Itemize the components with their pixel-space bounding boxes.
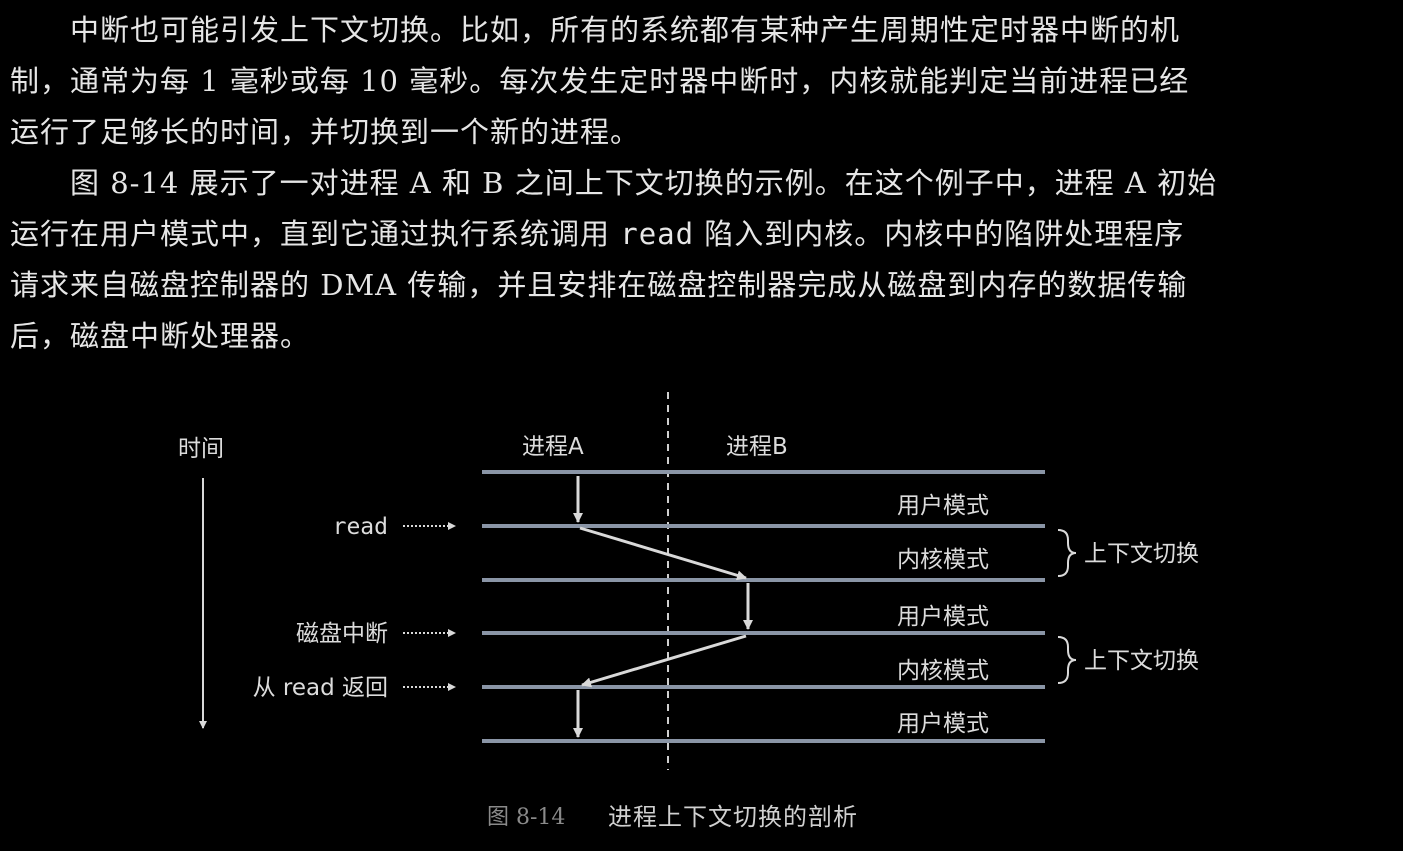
paragraph-2-line-2b: 陷入到内核。内核中的陷阱处理程序: [694, 217, 1185, 251]
paragraph-1: 中断也可能引发上下文切换。比如，所有的系统都有某种产生周期性定时器中断的机 制，…: [10, 5, 1395, 158]
event-disk-interrupt-label: 磁盘中断: [296, 621, 388, 647]
process-a-label: 进程A: [522, 434, 584, 460]
context-switch-diagram: 时间 进程A 进程B read 磁盘中断 从 read 返回 用户模式 内核模式…: [178, 392, 1199, 831]
paragraph-2-line-3: 请求来自磁盘控制器的 DMA 传输，并且安排在磁盘控制器完成从磁盘到内存的数据传…: [10, 268, 1188, 302]
event-return-label: 从 read 返回: [253, 675, 388, 701]
paragraph-2-line-2a: 运行在用户模式中，直到它通过执行系统调用: [10, 217, 621, 251]
paragraph-2: 图 8-14 展示了一对进程 A 和 B 之间上下文切换的示例。在这个例子中，进…: [10, 158, 1395, 362]
flow-arrow-switch-to-a: [581, 634, 747, 688]
figure-caption-number: 图 8-14: [487, 805, 565, 830]
mode-label-5: 用户模式: [897, 711, 989, 737]
paragraph-1-line-3: 运行了足够长的时间，并切换到一个新的进程。: [10, 115, 641, 149]
figure-8-14: 时间 进程A 进程B read 磁盘中断 从 read 返回 用户模式 内核模式…: [0, 380, 1403, 851]
paragraph-2-read-code: read: [620, 217, 695, 251]
flow-arrow-switch-to-b: [579, 526, 747, 581]
context-switch-label-2: 上下文切换: [1084, 648, 1199, 674]
time-label: 时间: [178, 436, 224, 462]
context-switch-label-1: 上下文切换: [1084, 541, 1199, 567]
mode-label-3: 用户模式: [897, 604, 989, 630]
figure-caption-text: 进程上下文切换的剖析: [608, 803, 858, 831]
context-switch-brace-1: [1057, 529, 1077, 577]
mode-label-2: 内核模式: [897, 547, 989, 573]
mode-label-4: 内核模式: [897, 658, 989, 684]
body-text: 中断也可能引发上下文切换。比如，所有的系统都有某种产生周期性定时器中断的机 制，…: [10, 5, 1395, 362]
paragraph-1-line-2: 制，通常为每 1 毫秒或每 10 毫秒。每次发生定时器中断时，内核就能判定当前进…: [10, 64, 1190, 98]
event-read-label: read: [333, 514, 388, 540]
mode-label-1: 用户模式: [897, 493, 989, 519]
paragraph-2-line-4: 后，磁盘中断处理器。: [10, 319, 311, 353]
paragraph-2-line-1: 图 8-14 展示了一对进程 A 和 B 之间上下文切换的示例。在这个例子中，进…: [70, 166, 1218, 200]
page: 中断也可能引发上下文切换。比如，所有的系统都有某种产生周期性定时器中断的机 制，…: [0, 0, 1403, 851]
paragraph-1-line-1: 中断也可能引发上下文切换。比如，所有的系统都有某种产生周期性定时器中断的机: [70, 13, 1181, 47]
context-switch-brace-2: [1057, 636, 1077, 684]
process-b-label: 进程B: [726, 434, 788, 460]
